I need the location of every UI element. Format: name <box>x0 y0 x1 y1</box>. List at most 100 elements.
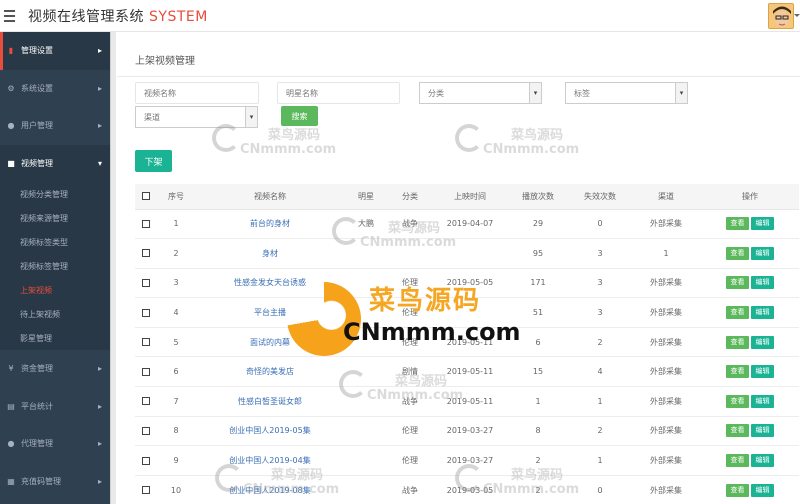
view-button[interactable]: 查看 <box>726 335 749 349</box>
app-title: 视频在线管理系统 SYSTEM <box>28 6 208 26</box>
gear-icon: ⚙ <box>7 83 15 93</box>
row-number: 8 <box>157 416 195 447</box>
category <box>387 238 433 269</box>
view-button[interactable]: 查看 <box>726 306 749 320</box>
table-body: 1 前台的身材 大鹏 战争 2019-04-07 29 0 外部采集 查看 编辑 2 身材 95 3 1 查看… <box>135 209 799 504</box>
video-name[interactable]: 前台的身材 <box>195 209 345 240</box>
video-name[interactable]: 身材 <box>195 238 345 269</box>
star-name <box>345 268 387 299</box>
view-button[interactable]: 查看 <box>726 246 749 260</box>
channel-select[interactable]: 渠道 ▾ <box>135 106 258 128</box>
video-name[interactable]: 面试的内幕 <box>195 327 345 358</box>
sidebar-item-label: 视频管理 <box>21 158 53 168</box>
video-name[interactable]: 创业中国人2019-04集 <box>195 445 345 476</box>
view-button[interactable]: 查看 <box>726 394 749 408</box>
video-name[interactable]: 性感白皙圣诞女郎 <box>195 386 345 417</box>
view-button[interactable]: 查看 <box>726 276 749 290</box>
submenu-item-tag[interactable]: 视频标签管理 <box>0 254 110 278</box>
checkbox-cell <box>135 327 157 358</box>
book-icon: ▮ <box>8 46 14 56</box>
channel: 外部采集 <box>631 475 701 504</box>
menu-toggle-icon[interactable] <box>4 7 22 25</box>
video-name[interactable]: 奇怪的美发店 <box>195 356 345 388</box>
video-name[interactable]: 性感金发女天台诱惑 <box>195 268 345 299</box>
video-name[interactable]: 平台主播 <box>195 297 345 328</box>
row-checkbox[interactable] <box>142 249 150 258</box>
row-checkbox[interactable] <box>142 338 150 347</box>
row-checkbox[interactable] <box>142 426 150 435</box>
video-name[interactable]: 创业中国人2019-08集 <box>195 475 345 504</box>
edit-button[interactable]: 编辑 <box>751 276 774 290</box>
row-checkbox[interactable] <box>142 308 150 317</box>
play-count: 6 <box>507 327 569 358</box>
release-date: 2019-05-11 <box>433 386 507 417</box>
row-checkbox[interactable] <box>142 219 150 228</box>
category: 伦理 <box>387 327 433 358</box>
channel-select-value: 渠道 <box>144 112 160 122</box>
sidebar-item-admin-settings[interactable]: ▮ 管理设置 ▸ <box>0 32 110 70</box>
sidebar-item-finance[interactable]: ¥ 资金管理 ▸ <box>0 350 110 388</box>
channel: 外部采集 <box>631 386 701 417</box>
sidebar-item-label: 平台统计 <box>21 401 53 411</box>
edit-button[interactable]: 编辑 <box>751 424 774 438</box>
fail-count: 1 <box>569 386 631 417</box>
fail-count: 2 <box>569 416 631 447</box>
row-checkbox[interactable] <box>142 278 150 287</box>
search-button[interactable]: 搜索 <box>281 106 318 126</box>
avatar[interactable] <box>768 3 794 29</box>
select-all-checkbox[interactable] <box>142 192 150 201</box>
users-icon: ● <box>7 439 15 449</box>
table-row: 1 前台的身材 大鹏 战争 2019-04-07 29 0 外部采集 查看 编辑 <box>135 209 799 240</box>
view-button[interactable]: 查看 <box>726 217 749 231</box>
view-button[interactable]: 查看 <box>726 454 749 468</box>
sidebar-item-users[interactable]: ● 用户管理 ▸ <box>0 107 110 145</box>
submenu-item-category[interactable]: 视频分类管理 <box>0 182 110 206</box>
avatar-dropdown-icon[interactable] <box>794 14 800 17</box>
edit-button[interactable]: 编辑 <box>751 394 774 408</box>
edit-button[interactable]: 编辑 <box>751 335 774 349</box>
submenu-item-source[interactable]: 视频来源管理 <box>0 206 110 230</box>
view-button[interactable]: 查看 <box>726 483 749 497</box>
sidebar-item-recharge-codes[interactable]: ▦ 充值码管理 ▸ <box>0 463 110 501</box>
sidebar-item-stats[interactable]: ▤ 平台统计 ▸ <box>0 388 110 426</box>
chevron-right-icon: ▸ <box>97 121 102 131</box>
submenu-item-published[interactable]: 上架视频 <box>0 278 110 302</box>
play-count: 2 <box>507 445 569 476</box>
star-name-input[interactable] <box>277 82 400 104</box>
row-checkbox[interactable] <box>142 397 150 406</box>
edit-button[interactable]: 编辑 <box>751 217 774 231</box>
video-name-input[interactable] <box>135 82 259 104</box>
sidebar-item-label: 代理管理 <box>21 439 53 449</box>
play-count: 15 <box>507 356 569 388</box>
edit-button[interactable]: 编辑 <box>751 306 774 320</box>
row-checkbox[interactable] <box>142 486 150 495</box>
app-title-accent: SYSTEM <box>149 8 208 25</box>
row-checkbox[interactable] <box>142 456 150 465</box>
release-date: 2019-03-05 <box>433 475 507 504</box>
top-bar: 视频在线管理系统 SYSTEM <box>0 0 800 32</box>
submenu-item-pending[interactable]: 待上架视频 <box>0 302 110 326</box>
view-button[interactable]: 查看 <box>726 365 749 379</box>
sidebar-item-label: 系统设置 <box>21 83 53 93</box>
category: 战争 <box>387 386 433 417</box>
star-name <box>345 356 387 388</box>
submenu-item-tag-type[interactable]: 视频标签类型 <box>0 230 110 254</box>
category-select[interactable]: 分类 ▾ <box>419 82 542 104</box>
submenu-item-stars[interactable]: 影星管理 <box>0 326 110 350</box>
view-button[interactable]: 查看 <box>726 424 749 438</box>
sidebar-item-label: 用户管理 <box>21 121 53 131</box>
sidebar-item-system-settings[interactable]: ⚙ 系统设置 ▸ <box>0 70 110 108</box>
sidebar-item-videos[interactable]: ■ 视频管理 ▾ <box>0 144 110 182</box>
unpublish-button[interactable]: 下架 <box>135 150 172 172</box>
edit-button[interactable]: 编辑 <box>751 483 774 497</box>
edit-button[interactable]: 编辑 <box>751 246 774 260</box>
actions-cell: 查看 编辑 <box>701 416 799 447</box>
channel: 外部采集 <box>631 327 701 358</box>
edit-button[interactable]: 编辑 <box>751 454 774 468</box>
edit-button[interactable]: 编辑 <box>751 365 774 379</box>
video-name[interactable]: 创业中国人2019-05集 <box>195 416 345 447</box>
tag-select[interactable]: 标签 ▾ <box>565 82 688 104</box>
sidebar-item-agents[interactable]: ● 代理管理 ▸ <box>0 425 110 463</box>
column-header: 操作 <box>701 184 799 210</box>
row-checkbox[interactable] <box>142 367 150 376</box>
